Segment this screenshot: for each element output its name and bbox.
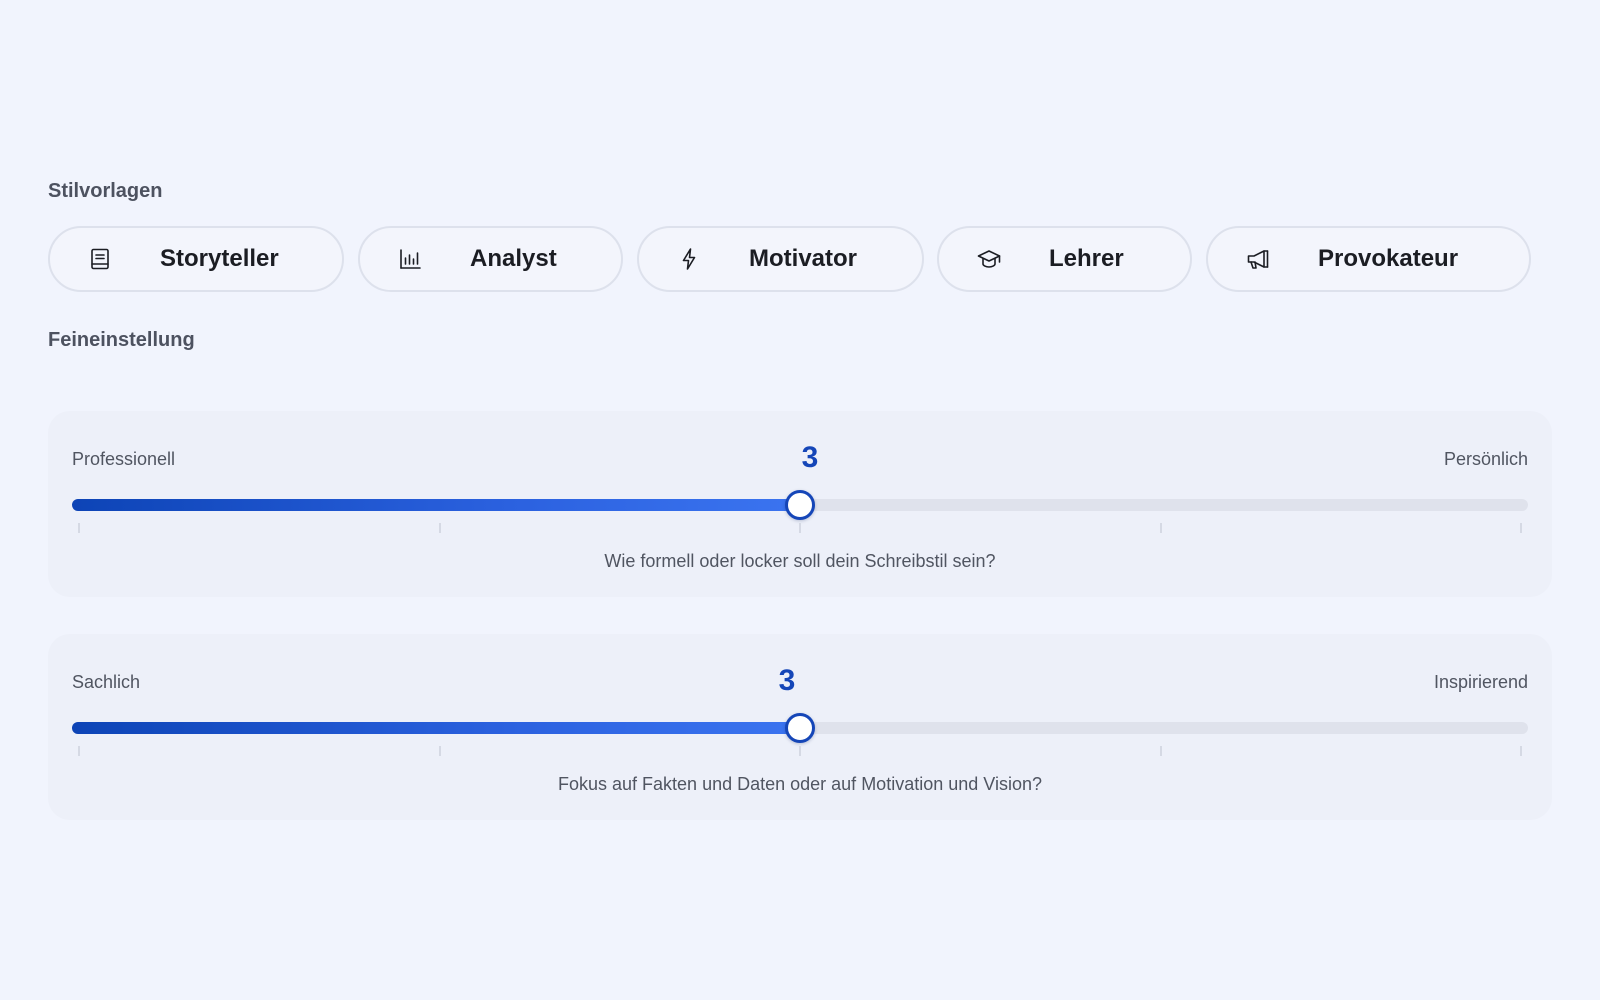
slider-tick <box>439 523 441 533</box>
slider-min-label: Sachlich <box>72 672 141 692</box>
preset-lehrer-button[interactable]: Lehrer <box>937 226 1192 292</box>
megaphone-icon <box>1246 247 1270 271</box>
slider-tick <box>78 523 80 533</box>
slider-tick <box>799 523 801 533</box>
preset-motivator-button[interactable]: Motivator <box>637 226 924 292</box>
slider-tick <box>1520 523 1522 533</box>
slider-tick <box>1520 746 1522 756</box>
slider-value: 3 <box>801 441 819 474</box>
slider-tick <box>78 746 80 756</box>
slider-fill <box>72 722 800 734</box>
slider-thumb[interactable] <box>785 490 815 520</box>
style-settings-panel: Stilvorlagen Storyteller Analyst Motivat… <box>0 0 1600 1000</box>
slider-value: 3 <box>778 664 796 697</box>
slider-thumb[interactable] <box>785 713 815 743</box>
book-icon <box>88 247 112 271</box>
slider-tick <box>1160 746 1162 756</box>
tone-slider-card: Sachlich 3 Inspirierend Fokus auf Fakten… <box>48 634 1552 820</box>
graduation-cap-icon <box>977 247 1001 271</box>
preset-label: Storyteller <box>160 245 279 272</box>
preset-list: Storyteller Analyst Motivator Lehrer Pro… <box>48 226 1552 292</box>
lightning-icon <box>677 247 701 271</box>
slider-max-label: Persönlich <box>1443 449 1528 469</box>
formality-slider-card: Professionell 3 Persönlich Wie formell o… <box>48 411 1552 597</box>
slider-tick <box>1160 523 1162 533</box>
slider-tick <box>799 746 801 756</box>
preset-label: Provokateur <box>1318 245 1459 272</box>
slider-min-label: Professionell <box>72 449 176 469</box>
tone-slider[interactable] <box>72 713 1528 743</box>
slider-hint: Wie formell oder locker soll dein Schrei… <box>604 551 996 571</box>
preset-provokateur-button[interactable]: Provokateur <box>1206 226 1531 292</box>
slider-max-label: Inspirierend <box>1433 672 1528 692</box>
preset-label: Motivator <box>749 245 857 272</box>
formality-slider[interactable] <box>72 490 1528 520</box>
fine-tuning-section-title: Feineinstellung <box>48 329 195 351</box>
preset-analyst-button[interactable]: Analyst <box>358 226 623 292</box>
presets-section-title: Stilvorlagen <box>48 180 163 202</box>
preset-storyteller-button[interactable]: Storyteller <box>48 226 344 292</box>
bar-chart-icon <box>398 247 422 271</box>
slider-hint: Fokus auf Fakten und Daten oder auf Moti… <box>558 774 1042 794</box>
slider-tick <box>439 746 441 756</box>
preset-label: Analyst <box>470 245 557 272</box>
slider-fill <box>72 499 800 511</box>
preset-label: Lehrer <box>1049 245 1124 272</box>
